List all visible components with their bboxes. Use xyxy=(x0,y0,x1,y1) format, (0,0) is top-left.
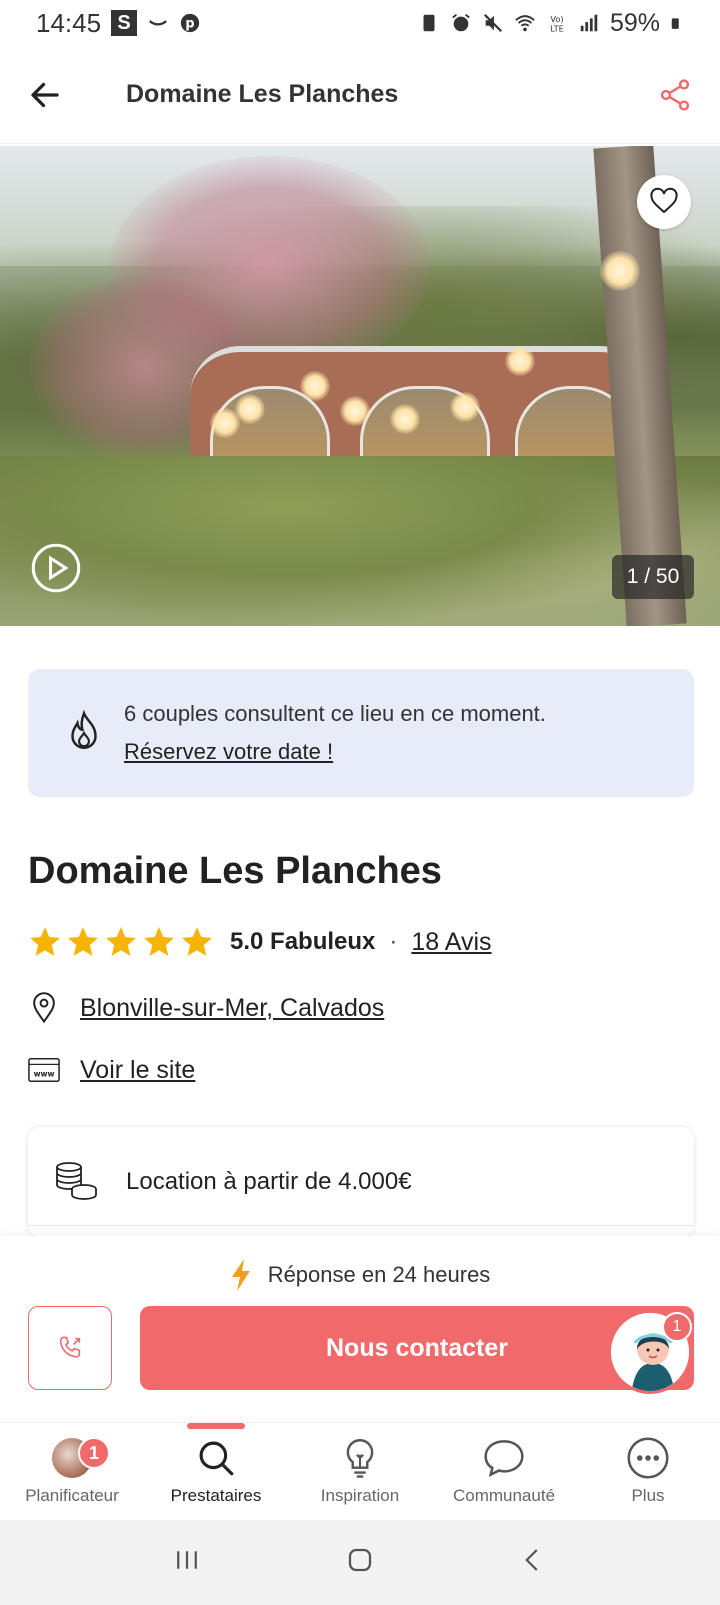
flame-icon xyxy=(71,710,97,749)
star-icon xyxy=(30,927,60,956)
hero-light xyxy=(300,371,330,401)
star-icon xyxy=(106,927,136,956)
reserve-date-link[interactable]: Réservez votre date ! xyxy=(124,733,546,771)
contact-bar: Réponse en 24 heures Nous contacter xyxy=(0,1236,720,1422)
rating-label: 5.0 Fabuleux xyxy=(230,928,376,955)
chevron-left-icon xyxy=(525,1549,538,1571)
nav-plus[interactable]: Plus xyxy=(576,1423,720,1520)
rating-row: 5.0 Fabuleux · 18 Avis xyxy=(28,922,492,962)
lightning-icon xyxy=(231,1259,250,1291)
reviews-link[interactable]: 18 Avis xyxy=(411,928,491,957)
app-bar-title: Domaine Les Planches xyxy=(126,80,399,108)
status-right: Vo) LTE 59% xyxy=(418,9,684,38)
agent-notification-badge: 1 xyxy=(662,1312,692,1342)
hero-garden xyxy=(0,456,720,626)
status-time: 14:45 xyxy=(36,7,102,38)
pinterest-icon: p xyxy=(180,13,200,33)
share-button[interactable] xyxy=(630,46,720,144)
alarm-icon xyxy=(452,14,470,32)
signal-icon xyxy=(580,14,598,32)
volte-icon: Vo)LTE xyxy=(550,14,564,33)
call-button[interactable] xyxy=(28,1306,112,1390)
location-link[interactable]: Blonville-sur-Mer, Calvados xyxy=(80,994,384,1023)
s-app-icon: S xyxy=(111,10,138,36)
hero-light xyxy=(210,408,240,438)
nav-label: Communauté xyxy=(452,1486,556,1505)
separator-dot: · xyxy=(389,928,398,955)
coins-icon xyxy=(56,1162,97,1200)
system-navigation-bar xyxy=(0,1520,720,1605)
hero-light xyxy=(505,346,535,376)
home-icon xyxy=(348,1548,372,1572)
lightbulb-icon xyxy=(338,1436,382,1480)
star-icon xyxy=(182,927,212,956)
play-video-button[interactable] xyxy=(30,542,82,594)
svg-text:LTE: LTE xyxy=(550,23,564,33)
play-icon xyxy=(31,543,81,593)
hero-light xyxy=(450,392,480,422)
star-icon xyxy=(144,927,174,956)
star-icon xyxy=(68,927,98,956)
status-bar: 14:45 S p Vo) LTE 59% xyxy=(0,0,720,46)
location-row[interactable]: Blonville-sur-Mer, Calvados xyxy=(28,988,384,1028)
nav-communaute[interactable]: Communauté xyxy=(432,1423,576,1520)
system-back-button[interactable] xyxy=(518,1545,548,1580)
nav-prestataires[interactable]: Prestataires xyxy=(144,1423,288,1520)
back-button[interactable] xyxy=(0,46,90,144)
response-time-row: Réponse en 24 heures xyxy=(0,1258,720,1292)
website-row[interactable]: www Voir le site xyxy=(28,1050,195,1090)
banner-text: 6 couples consultent ce lieu en ce momen… xyxy=(124,695,546,771)
recent-apps-button[interactable] xyxy=(172,1545,202,1580)
venue-title: Domaine Les Planches xyxy=(28,850,442,892)
nav-label: Plus xyxy=(631,1486,665,1505)
location-pin-icon xyxy=(28,992,60,1024)
urgency-banner: 6 couples consultent ce lieu en ce momen… xyxy=(28,669,694,797)
bottom-navigation: Planificateur 1 Prestataires Inspiration… xyxy=(0,1422,720,1520)
search-icon xyxy=(194,1436,238,1480)
amazon-icon xyxy=(149,20,168,26)
nav-inspiration[interactable]: Inspiration xyxy=(288,1423,432,1520)
hero-light xyxy=(600,251,640,291)
website-icon: www xyxy=(28,1054,60,1086)
nav-label: Inspiration xyxy=(320,1486,400,1505)
nav-label: Planificateur xyxy=(25,1486,119,1505)
svg-text:p: p xyxy=(185,17,194,32)
status-left: 14:45 S p xyxy=(36,8,201,39)
hero-photo[interactable] xyxy=(0,146,720,626)
battery-icon xyxy=(671,18,679,29)
planner-notification-badge: 1 xyxy=(78,1437,110,1469)
arrow-left-icon xyxy=(31,82,59,107)
nav-label: Prestataires xyxy=(170,1486,262,1505)
banner-message: 6 couples consultent ce lieu en ce momen… xyxy=(124,701,546,726)
recent-apps-icon xyxy=(176,1551,197,1569)
share-icon xyxy=(660,78,690,111)
favorite-button[interactable] xyxy=(637,175,691,229)
mute-icon xyxy=(483,13,503,33)
svg-text:www: www xyxy=(34,1070,55,1079)
more-icon xyxy=(626,1436,670,1480)
price-text: Location à partir de 4.000€ xyxy=(126,1168,412,1195)
wifi-icon xyxy=(515,15,535,32)
website-link[interactable]: Voir le site xyxy=(80,1056,195,1085)
heart-icon xyxy=(650,187,678,214)
price-card[interactable]: Location à partir de 4.000€ xyxy=(28,1127,694,1237)
photo-counter: 1 / 50 xyxy=(612,555,694,599)
chat-bubble-icon xyxy=(482,1436,526,1480)
hero-light xyxy=(390,404,420,434)
battery-level: 59% xyxy=(609,8,660,37)
hero-light xyxy=(340,396,370,426)
nav-planificateur[interactable]: Planificateur 1 xyxy=(0,1423,144,1520)
response-time-text: Réponse en 24 heures xyxy=(267,1262,491,1287)
battery-saver-icon xyxy=(423,14,435,32)
active-tab-indicator xyxy=(187,1423,245,1429)
phone-icon xyxy=(59,1336,81,1358)
home-button[interactable] xyxy=(345,1545,375,1580)
app-bar: Domaine Les Planches xyxy=(0,46,720,144)
